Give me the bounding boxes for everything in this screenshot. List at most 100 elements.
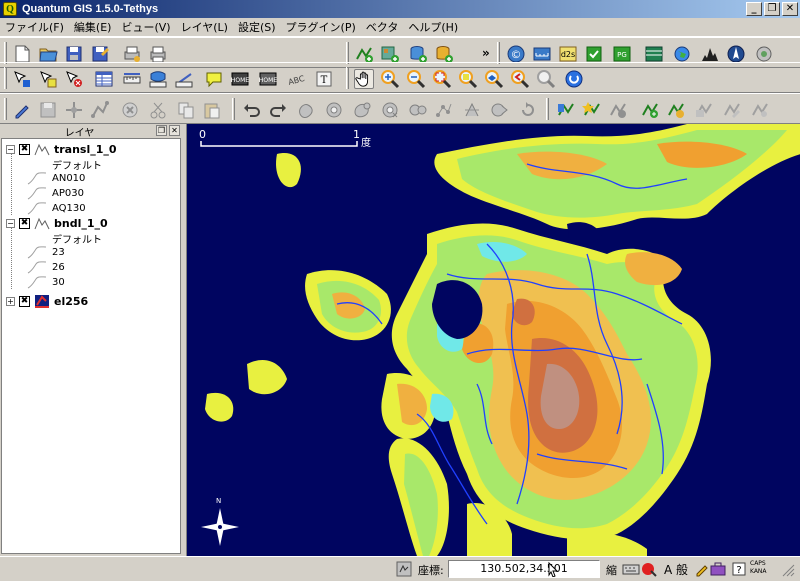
- add-raster-icon[interactable]: [380, 44, 400, 64]
- toolbar-grip[interactable]: [346, 67, 349, 89]
- node-tool-icon[interactable]: [434, 100, 454, 120]
- render-mode-label[interactable]: A 般: [664, 561, 688, 577]
- open-project-icon[interactable]: [38, 44, 58, 64]
- layer-visibility-checkbox[interactable]: ✖: [19, 144, 30, 155]
- cut-features-icon[interactable]: [148, 100, 168, 120]
- histogram-icon[interactable]: [700, 44, 720, 64]
- zoom-next-icon[interactable]: [536, 69, 556, 89]
- deselect-features-icon[interactable]: [64, 69, 84, 89]
- save-edits-icon[interactable]: [38, 100, 58, 120]
- simplify-feature-icon[interactable]: [296, 100, 316, 120]
- expand-expander[interactable]: +: [6, 297, 15, 306]
- new-bookmark-icon[interactable]: HOME: [230, 69, 250, 89]
- collapse-expander[interactable]: −: [6, 219, 15, 228]
- layer-row-transl[interactable]: − ✖ transl_1_0: [6, 142, 117, 157]
- layer-row-bndl[interactable]: − ✖ bndl_1_0: [6, 216, 108, 231]
- menu-edit[interactable]: 編集(E): [69, 19, 117, 35]
- measure-area-icon[interactable]: [148, 69, 168, 89]
- identify-features-icon[interactable]: [12, 69, 32, 89]
- toolbar-grip[interactable]: [346, 42, 349, 64]
- add-ring-icon[interactable]: [324, 100, 344, 120]
- restore-button[interactable]: ❐: [764, 2, 780, 16]
- paste-features-icon[interactable]: [202, 100, 222, 120]
- mouse-tracking-icon[interactable]: [546, 561, 560, 577]
- float-panel-button[interactable]: ❐: [156, 125, 167, 136]
- add-island-icon[interactable]: [352, 100, 372, 120]
- zoom-last-icon[interactable]: [510, 69, 530, 89]
- menu-layer[interactable]: レイヤ(L): [176, 19, 233, 35]
- print-icon[interactable]: [148, 44, 168, 64]
- print-composer-icon[interactable]: [122, 44, 142, 64]
- add-gpx-layer-icon[interactable]: [640, 100, 660, 120]
- new-project-icon[interactable]: [12, 44, 32, 64]
- menu-view[interactable]: ビュー(V): [116, 19, 175, 35]
- dxf2shp-icon[interactable]: d2s: [558, 44, 578, 64]
- toolbar-grip[interactable]: [4, 67, 7, 89]
- remove-layer-icon[interactable]: [608, 100, 628, 120]
- toolbar-overflow-button[interactable]: »: [482, 46, 490, 60]
- layer-row-el256[interactable]: + ✖ el256: [6, 294, 88, 309]
- menu-help[interactable]: ヘルプ(H): [403, 19, 463, 35]
- menu-plugins[interactable]: プラグイン(P): [281, 19, 361, 35]
- edit-pencil-icon[interactable]: [694, 561, 710, 577]
- delete-selected-icon[interactable]: [120, 100, 140, 120]
- gps-tools-icon[interactable]: [584, 44, 604, 64]
- delete-part-icon[interactable]: [408, 100, 428, 120]
- select-features-icon[interactable]: [38, 69, 58, 89]
- resize-grip-icon[interactable]: [779, 561, 795, 577]
- add-wms-layer-icon[interactable]: [556, 100, 576, 120]
- zoom-to-selection-icon[interactable]: [458, 69, 478, 89]
- merge-features-icon[interactable]: [490, 100, 510, 120]
- vector-edit-icon[interactable]: [722, 100, 742, 120]
- save-as-icon[interactable]: [90, 44, 110, 64]
- grass-tools-icon[interactable]: [754, 44, 774, 64]
- add-delimited-layer-icon[interactable]: [582, 100, 602, 120]
- rotate-symbols-icon[interactable]: [518, 100, 538, 120]
- menu-settings[interactable]: 設定(S): [233, 19, 281, 35]
- georeferencer-icon[interactable]: PG: [612, 44, 632, 64]
- close-button[interactable]: ✕: [782, 2, 798, 16]
- add-grass-layer-icon[interactable]: [666, 100, 686, 120]
- zoom-out-icon[interactable]: [406, 69, 426, 89]
- menu-file[interactable]: ファイル(F): [0, 19, 69, 35]
- menu-vector[interactable]: ベクタ: [361, 19, 404, 35]
- new-layer-icon[interactable]: [434, 44, 454, 64]
- copyright-label-icon[interactable]: ©: [506, 44, 526, 64]
- show-bookmarks-icon[interactable]: HOME: [258, 69, 278, 89]
- capture-line-icon[interactable]: [90, 100, 110, 120]
- collapse-expander[interactable]: −: [6, 145, 15, 154]
- ime-icon[interactable]: [641, 561, 657, 577]
- toolbar-grip[interactable]: [232, 98, 235, 120]
- refresh-icon[interactable]: [564, 69, 584, 89]
- measure-angle-icon[interactable]: [174, 69, 194, 89]
- coordinate-toggle-icon[interactable]: [396, 561, 412, 577]
- minimize-button[interactable]: _: [746, 2, 762, 16]
- toolbar-grip[interactable]: [497, 42, 500, 64]
- zoom-full-icon[interactable]: [432, 69, 452, 89]
- redo-icon[interactable]: [268, 100, 288, 120]
- layer-visibility-checkbox[interactable]: ✖: [19, 296, 30, 307]
- toolbar-grip[interactable]: [4, 98, 7, 120]
- pan-icon[interactable]: [354, 69, 374, 89]
- coordinate-field[interactable]: 130.502,34.501: [448, 560, 600, 578]
- add-vector-icon[interactable]: [354, 44, 374, 64]
- capture-point-icon[interactable]: [64, 100, 84, 120]
- scale-bar-icon[interactable]: [532, 44, 552, 64]
- text-annotation-icon[interactable]: ABC: [286, 69, 306, 89]
- toolbar-grip[interactable]: [546, 98, 549, 120]
- close-panel-button[interactable]: ✕: [169, 125, 180, 136]
- text-label-icon[interactable]: T: [314, 69, 334, 89]
- keyboard-icon[interactable]: [622, 561, 640, 577]
- zoom-to-layer-icon[interactable]: [484, 69, 504, 89]
- delete-ring-icon[interactable]: [380, 100, 400, 120]
- toolbar-grip[interactable]: [4, 42, 7, 64]
- toggle-editing-icon[interactable]: [12, 100, 32, 120]
- raster-info-icon[interactable]: [644, 44, 664, 64]
- vector-tools-icon[interactable]: [694, 100, 714, 120]
- map-canvas[interactable]: 0 1 度 N: [186, 124, 800, 556]
- add-postgis-icon[interactable]: [408, 44, 428, 64]
- vector-settings-icon[interactable]: [750, 100, 770, 120]
- north-arrow-icon[interactable]: [726, 44, 746, 64]
- help-icon[interactable]: ?: [732, 561, 746, 577]
- undo-icon[interactable]: [242, 100, 262, 120]
